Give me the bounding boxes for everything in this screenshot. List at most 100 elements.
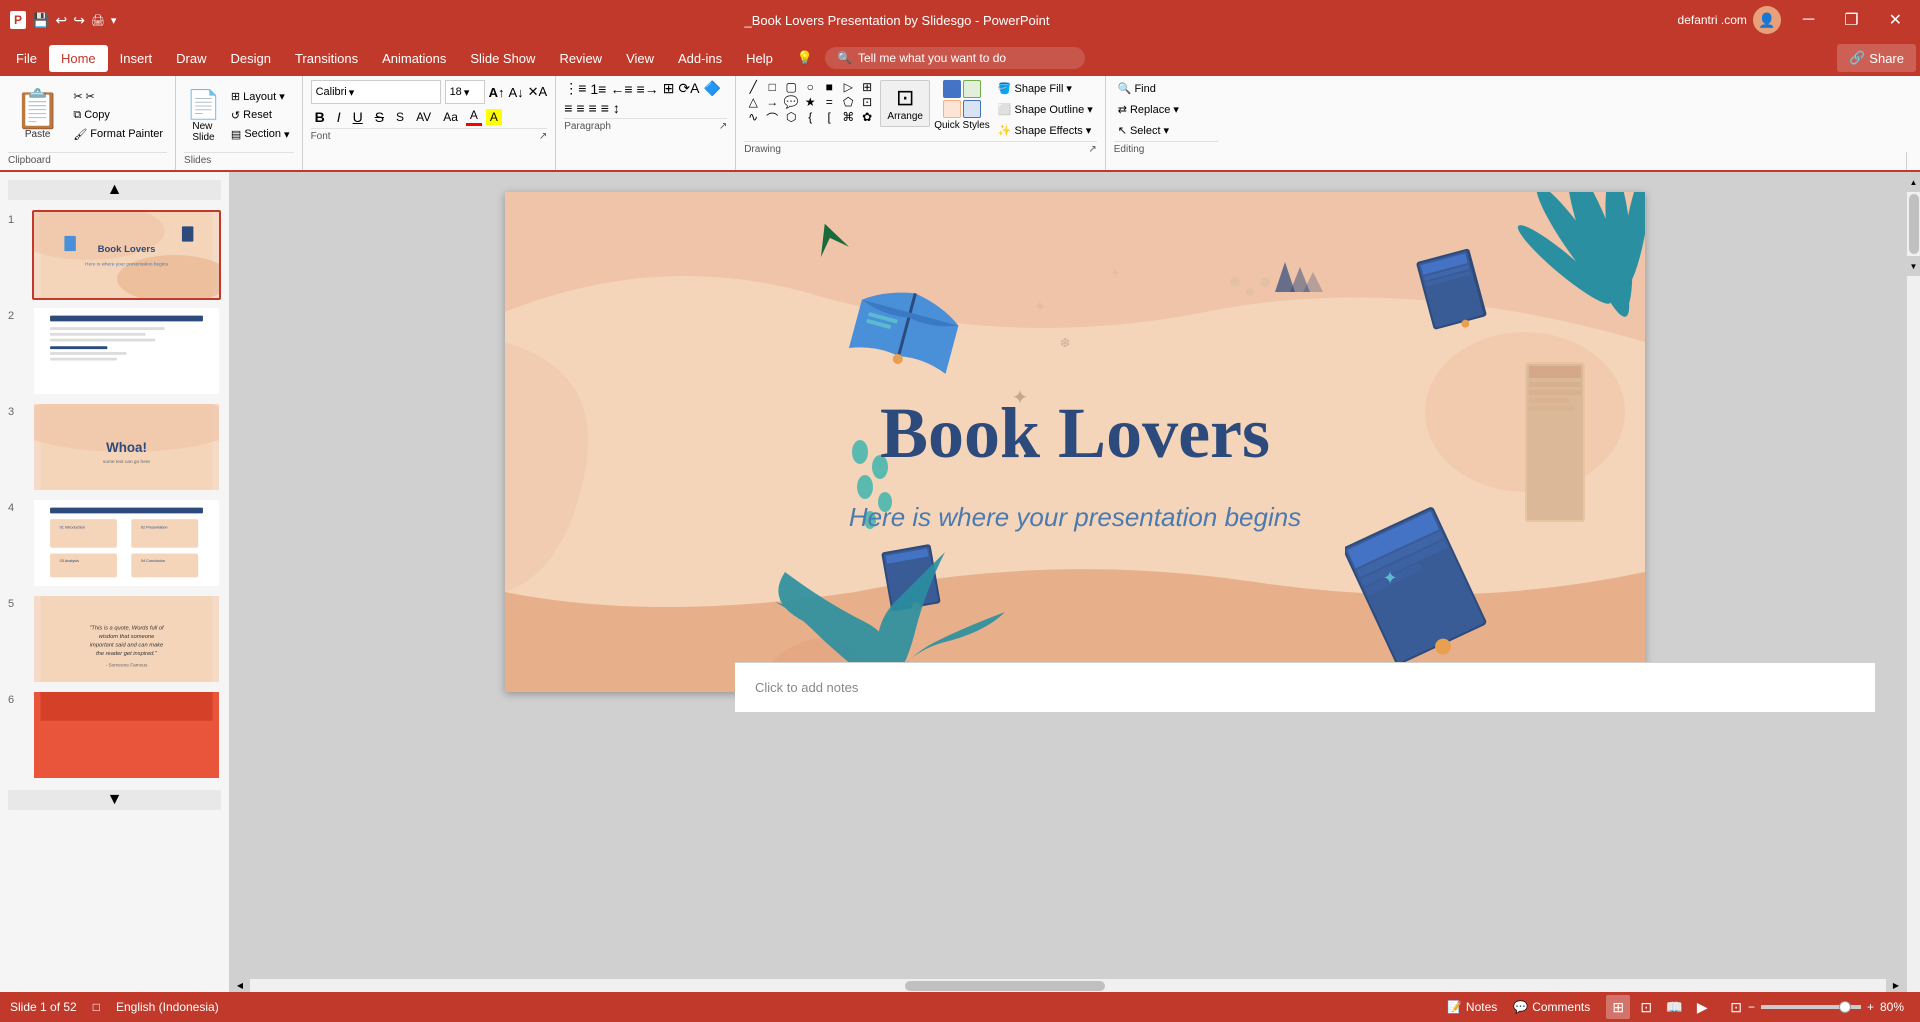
scroll-left-btn[interactable]: ◀ <box>230 979 250 993</box>
justify-btn[interactable]: ≡ <box>601 100 609 116</box>
shape-circle-icon[interactable]: ○ <box>801 80 819 94</box>
shape-square-icon[interactable]: ■ <box>820 80 838 94</box>
slide-subtitle[interactable]: Here is where your presentation begins <box>849 502 1301 533</box>
column-btn[interactable]: ⊞ <box>663 80 675 97</box>
reading-view-btn[interactable]: 📖 <box>1662 995 1686 1019</box>
slide-img-5[interactable]: "This is a quote, Words full of wisdom t… <box>32 594 221 684</box>
shape-star-icon[interactable]: ★ <box>801 95 819 109</box>
tell-me-input[interactable]: 🔍 Tell me what you want to do <box>825 47 1085 69</box>
scroll-thumb[interactable] <box>1909 194 1919 254</box>
menu-addins[interactable]: Add-ins <box>666 45 734 72</box>
menu-transitions[interactable]: Transitions <box>283 45 370 72</box>
shape-outline-btn[interactable]: ⬜ Shape Outline ▾ <box>994 101 1097 118</box>
font-expand-icon[interactable]: ↗ <box>539 131 547 142</box>
font-name-input[interactable]: Calibri ▾ <box>311 80 441 104</box>
language-info[interactable]: English (Indonesia) <box>116 1000 219 1014</box>
decrease-font-btn[interactable]: A↓ <box>508 85 523 100</box>
shape-triangle-icon[interactable]: △ <box>744 95 762 109</box>
slide-img-6[interactable] <box>32 690 221 780</box>
slide-img-4[interactable]: 01 Introduction 02 Presentation 03 Analy… <box>32 498 221 588</box>
copy-btn[interactable]: ⧉ Copy <box>69 107 167 124</box>
slide-canvas[interactable]: ✦ ✦ ❆ Book Lovers Here <box>505 192 1645 692</box>
menu-animations[interactable]: Animations <box>370 45 458 72</box>
slide-panel-scroll-down[interactable]: ▼ <box>8 790 221 810</box>
slide-thumb-3[interactable]: 3 Whoa! some text can go here <box>8 402 221 492</box>
paragraph-expand-icon[interactable]: ↗ <box>719 121 727 132</box>
shape-equation-icon[interactable]: = <box>820 95 838 109</box>
horizontal-scrollbar[interactable]: ◀ ▶ <box>230 978 1906 992</box>
normal-view-btn[interactable]: ⊞ <box>1606 995 1630 1019</box>
shape-brace-icon[interactable]: { <box>801 110 819 127</box>
shape-round-rect-icon[interactable]: ▢ <box>782 80 800 94</box>
shape-bracket-icon[interactable]: [ <box>820 110 838 127</box>
h-scroll-thumb[interactable] <box>905 981 1105 991</box>
notes-area[interactable]: Click to add notes <box>735 662 1875 712</box>
menu-insert[interactable]: Insert <box>108 45 165 72</box>
shape-arrow-icon[interactable]: → <box>763 95 781 109</box>
align-center-btn[interactable]: ≡ <box>576 100 584 116</box>
scroll-right-btn[interactable]: ▶ <box>1886 979 1906 993</box>
paste-btn[interactable]: 📋 Paste <box>8 89 67 142</box>
menu-design[interactable]: Design <box>219 45 283 72</box>
notes-btn[interactable]: 📝 Notes <box>1447 1000 1497 1014</box>
shape-pentagon-icon[interactable]: ⬡ <box>782 110 800 127</box>
menu-lightbulb-icon[interactable]: 💡 <box>785 44 825 72</box>
char-spacing-btn[interactable]: AV <box>412 109 435 125</box>
slide-thumb-2[interactable]: 2 <box>8 306 221 396</box>
shape-expand-icon[interactable]: ⊞ <box>858 80 876 94</box>
shape-effects-btn[interactable]: ✨ Shape Effects ▾ <box>994 122 1097 139</box>
increase-font-btn[interactable]: A↑ <box>489 85 505 100</box>
shape-more-icon[interactable]: ▷ <box>839 80 857 94</box>
close-window-btn[interactable]: ✕ <box>1881 6 1910 34</box>
format-painter-btn[interactable]: 🖌 Format Painter <box>69 126 167 143</box>
new-slide-btn[interactable]: 📄 NewSlide <box>184 86 223 145</box>
user-avatar[interactable]: 👤 <box>1753 6 1781 34</box>
shape-flowchart-icon[interactable]: ⬠ <box>839 95 857 109</box>
increase-indent-btn[interactable]: ≡→ <box>637 81 659 97</box>
underline-btn[interactable]: U <box>349 108 367 126</box>
vertical-scrollbar[interactable]: ▲ ▼ <box>1906 172 1920 992</box>
slide-panel-scroll-up[interactable]: ▲ <box>8 180 221 200</box>
align-left-btn[interactable]: ≡ <box>564 100 572 116</box>
convert-to-smartart-btn[interactable]: 🔷 <box>704 80 721 97</box>
slide-img-1[interactable]: Book Lovers Here is where your presentat… <box>32 210 221 300</box>
quick-styles-btn[interactable]: Quick Styles <box>934 80 990 131</box>
restore-window-btn[interactable]: ─ <box>1795 7 1822 33</box>
quick-access-redo[interactable]: ↪ <box>73 12 85 29</box>
quick-access-save[interactable]: 💾 <box>32 12 49 29</box>
menu-file[interactable]: File <box>4 45 49 72</box>
menu-home[interactable]: Home <box>49 45 108 72</box>
slide-thumb-6[interactable]: 6 <box>8 690 221 780</box>
scroll-up-btn[interactable]: ▲ <box>1907 172 1920 192</box>
menu-view[interactable]: View <box>614 45 666 72</box>
align-right-btn[interactable]: ≡ <box>589 100 597 116</box>
collapse-ribbon-btn[interactable]: ▲ <box>1906 152 1920 172</box>
font-color-btn[interactable]: A <box>466 107 482 126</box>
fit-slide-btn[interactable]: ⊡ <box>1730 999 1742 1016</box>
drawing-expand-icon[interactable]: ↗ <box>1088 144 1096 155</box>
text-highlight-btn[interactable]: A <box>486 109 502 125</box>
section-btn[interactable]: ▤ Section ▾ <box>227 126 294 143</box>
shape-misc2-icon[interactable]: ✿ <box>858 110 876 127</box>
cut-btn[interactable]: ✂ ✂ <box>69 88 167 105</box>
user-account[interactable]: defantri .com 👤 <box>1678 6 1781 34</box>
comments-btn[interactable]: 💬 Comments <box>1513 1000 1590 1014</box>
slide-title[interactable]: Book Lovers <box>880 392 1270 475</box>
slideshow-btn[interactable]: ▶ <box>1690 995 1714 1019</box>
clear-format-btn[interactable]: ✕A <box>528 84 548 100</box>
shape-line-icon[interactable]: ╱ <box>744 80 762 94</box>
slide-sorter-btn[interactable]: ⊡ <box>1634 995 1658 1019</box>
arrange-btn[interactable]: ⊡ Arrange <box>880 80 930 127</box>
shape-rect-icon[interactable]: □ <box>763 80 781 94</box>
slide-thumb-1[interactable]: 1 Book Lovers Here is where your present… <box>8 210 221 300</box>
line-spacing-btn[interactable]: ↕ <box>613 100 620 116</box>
zoom-out-btn[interactable]: − <box>1748 1000 1755 1014</box>
shape-callout-icon[interactable]: 💬 <box>782 95 800 109</box>
italic-btn[interactable]: I <box>333 108 345 126</box>
shape-curve-icon[interactable]: ∿ <box>744 110 762 127</box>
reset-btn[interactable]: ↺ Reset <box>227 107 294 124</box>
bullets-btn[interactable]: ⋮≡ <box>564 80 586 97</box>
text-direction-btn[interactable]: ⟳A <box>678 80 699 97</box>
shape-arc-icon[interactable]: ⌒ <box>763 110 781 127</box>
menu-slideshow[interactable]: Slide Show <box>458 45 547 72</box>
